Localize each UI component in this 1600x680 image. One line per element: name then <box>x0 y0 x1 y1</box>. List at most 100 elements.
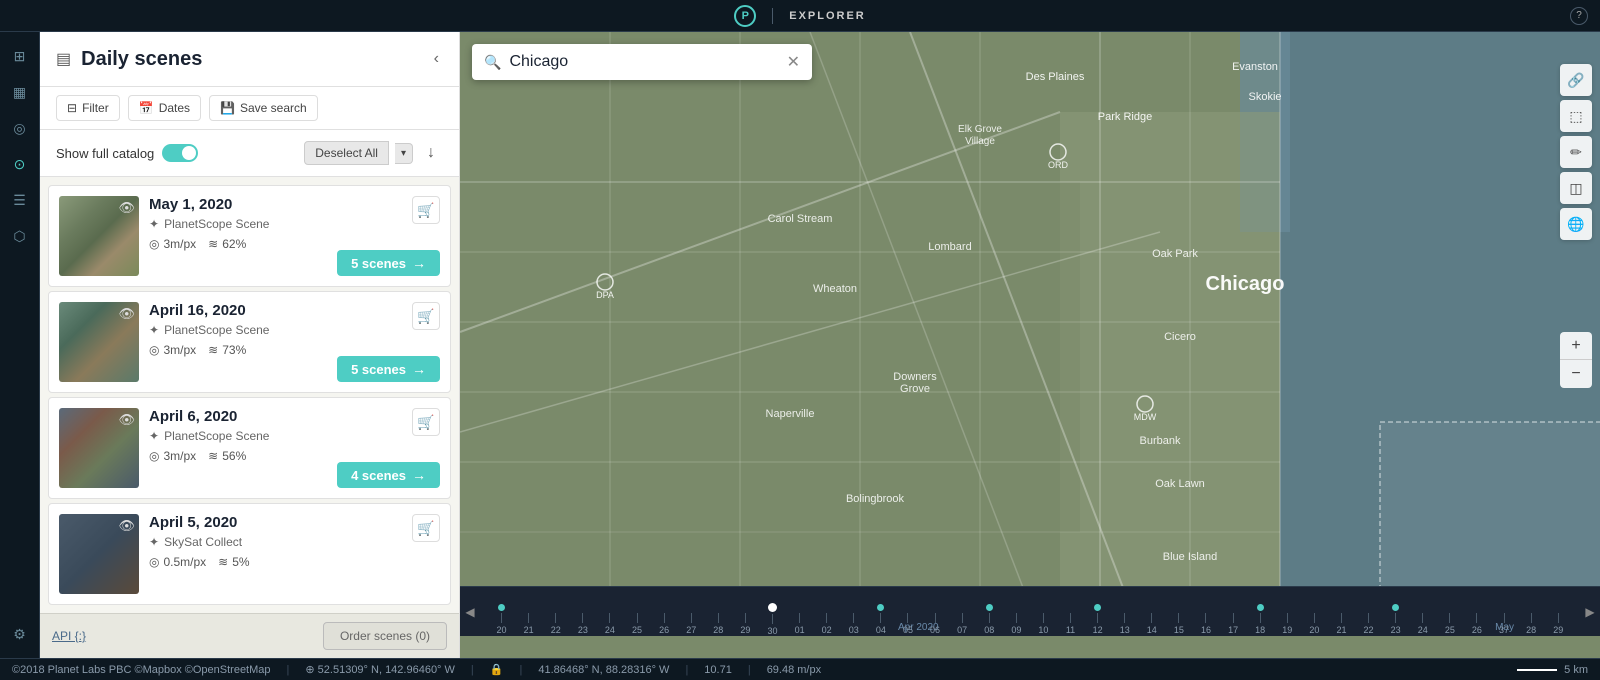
catalog-toggle-switch[interactable] <box>162 144 198 162</box>
timeline-tick[interactable]: 23 <box>569 604 596 635</box>
timeline-tick[interactable]: 17 <box>1220 604 1247 635</box>
timeline-tick[interactable]: 09 <box>1003 604 1030 635</box>
timeline-tick[interactable]: 03 <box>840 604 867 635</box>
timeline-tick[interactable]: 28 <box>1518 604 1545 635</box>
timeline-tick[interactable]: 05 <box>894 604 921 635</box>
order-scenes-button[interactable]: Order scenes (0) <box>323 622 447 650</box>
tick-dot <box>986 604 993 611</box>
timeline-tick[interactable]: 37 <box>1490 604 1517 635</box>
search-clear-button[interactable]: ✕ <box>787 52 800 72</box>
panel-collapse-button[interactable]: ‹ <box>430 46 443 72</box>
tick-dot-empty <box>932 604 939 611</box>
sidebar-item-grid[interactable]: ▦ <box>4 76 36 108</box>
sidebar-item-orders[interactable]: ☰ <box>4 184 36 216</box>
layers-tool-button[interactable]: ◫ <box>1560 172 1592 204</box>
timeline-tick[interactable]: 04 <box>867 604 894 635</box>
tick-dot <box>1392 604 1399 611</box>
timeline-tick[interactable]: 29 <box>732 604 759 635</box>
timeline-tick[interactable]: 15 <box>1165 604 1192 635</box>
timeline-tick[interactable]: 13 <box>1111 604 1138 635</box>
globe-tool-button[interactable]: 🌐 <box>1560 208 1592 240</box>
search-input[interactable] <box>509 53 778 71</box>
map-area[interactable]: 🔍 ✕ <box>460 32 1600 658</box>
selection-tool-button[interactable]: ⬚ <box>1560 100 1592 132</box>
scene-date: April 5, 2020 <box>149 514 440 531</box>
view-scenes-button[interactable]: 5 scenes → <box>337 356 440 382</box>
timeline-tick[interactable]: 21 <box>1328 604 1355 635</box>
save-search-button[interactable]: 💾 Save search <box>209 95 318 121</box>
link-tool-button[interactable]: 🔗 <box>1560 64 1592 96</box>
timeline-tick[interactable]: 22 <box>542 604 569 635</box>
tick-label: 25 <box>1445 625 1455 635</box>
timeline-tick[interactable]: 02 <box>813 604 840 635</box>
sidebar-item-location[interactable]: ◎ <box>4 112 36 144</box>
timeline-tick[interactable]: 26 <box>1463 604 1490 635</box>
timeline-tick[interactable]: 20 <box>1301 604 1328 635</box>
map-scale-indicator: 5 km <box>1517 664 1588 676</box>
tick-line <box>691 613 692 623</box>
timeline-tick[interactable]: 22 <box>1355 604 1382 635</box>
timeline-tick[interactable]: 06 <box>922 604 949 635</box>
svg-text:Cicero: Cicero <box>1164 331 1196 343</box>
tick-line <box>609 613 610 623</box>
sidebar-item-scenes[interactable]: ⊙ <box>4 148 36 180</box>
timeline-prev-button[interactable]: ◀ <box>460 605 480 619</box>
eye-icon[interactable]: 👁 <box>118 200 135 216</box>
timeline-tick[interactable]: 25 <box>1436 604 1463 635</box>
timeline-tick[interactable]: 14 <box>1138 604 1165 635</box>
tick-dot-empty <box>742 604 749 611</box>
timeline-tick[interactable]: 18 <box>1247 604 1274 635</box>
timeline-tick[interactable]: 27 <box>678 604 705 635</box>
timeline-tick[interactable]: 29 <box>1545 604 1572 635</box>
add-to-cart-button[interactable]: 🛒 <box>412 302 440 330</box>
help-button[interactable]: ? <box>1570 7 1588 25</box>
tick-dot-empty <box>959 604 966 611</box>
timeline-tick[interactable]: 24 <box>596 604 623 635</box>
app-title: EXPLORER <box>789 10 866 22</box>
timeline-tick[interactable]: 10 <box>1030 604 1057 635</box>
scene-thumbnail: 👁 <box>59 196 139 276</box>
panel-options-right: Deselect All ▾ ↓ <box>304 140 443 166</box>
timeline-tick[interactable]: 11 <box>1057 604 1084 635</box>
draw-tool-button[interactable]: ✏ <box>1560 136 1592 168</box>
zoom-in-button[interactable]: + <box>1560 332 1592 360</box>
filter-button[interactable]: ⊟ Filter <box>56 95 120 121</box>
timeline-tick[interactable]: 24 <box>1409 604 1436 635</box>
sidebar-item-layers[interactable]: ⊞ <box>4 40 36 72</box>
timeline-tick[interactable]: 20 <box>488 604 515 635</box>
api-link[interactable]: API {:} <box>52 629 86 643</box>
sort-button[interactable]: ↓ <box>419 140 443 166</box>
timeline-tick[interactable]: 19 <box>1274 604 1301 635</box>
timeline-tick[interactable]: 12 <box>1084 604 1111 635</box>
tick-label: 18 <box>1255 625 1265 635</box>
add-to-cart-button[interactable]: 🛒 <box>412 408 440 436</box>
timeline-tick[interactable]: 16 <box>1192 604 1219 635</box>
deselect-all-button[interactable]: Deselect All <box>304 141 389 165</box>
timeline-next-button[interactable]: ▶ <box>1580 605 1600 619</box>
view-scenes-button[interactable]: 4 scenes → <box>337 462 440 488</box>
view-scenes-button[interactable]: 5 scenes → <box>337 250 440 276</box>
timeline-tick[interactable]: 25 <box>623 604 650 635</box>
svg-text:Lombard: Lombard <box>928 241 971 253</box>
timeline-tick[interactable]: 21 <box>515 604 542 635</box>
dates-button[interactable]: 📅 Dates <box>128 95 201 121</box>
timeline-tick[interactable]: 08 <box>976 604 1003 635</box>
sidebar-item-basemap[interactable]: ⬡ <box>4 220 36 252</box>
sidebar-item-settings[interactable]: ⚙ <box>4 618 36 650</box>
timeline-tick[interactable]: 28 <box>705 604 732 635</box>
eye-icon[interactable]: 👁 <box>118 412 135 428</box>
eye-icon[interactable]: 👁 <box>118 306 135 322</box>
timeline-tick[interactable]: 30 <box>759 603 786 636</box>
add-to-cart-button[interactable]: 🛒 <box>412 196 440 224</box>
cloud-meta: ≋ 56% <box>208 449 246 463</box>
zoom-out-button[interactable]: − <box>1560 360 1592 388</box>
timeline-tick[interactable]: 26 <box>651 604 678 635</box>
timeline-tick[interactable]: 01 <box>786 604 813 635</box>
timeline-tick[interactable]: 07 <box>949 604 976 635</box>
add-to-cart-button[interactable]: 🛒 <box>412 514 440 542</box>
deselect-dropdown-button[interactable]: ▾ <box>395 143 413 164</box>
eye-icon[interactable]: 👁 <box>118 518 135 534</box>
tick-label: 02 <box>822 625 832 635</box>
filter-icon: ⊟ <box>67 101 77 115</box>
timeline-tick[interactable]: 23 <box>1382 604 1409 635</box>
